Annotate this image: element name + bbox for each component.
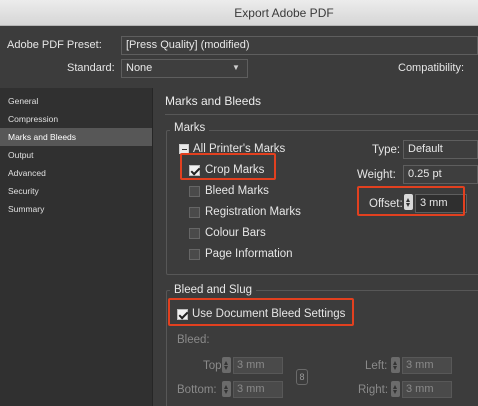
registration-marks-label: Registration Marks [205,206,301,218]
standard-label: Standard: [67,62,115,74]
sidebar-item-output[interactable]: Output [0,146,152,164]
export-dialog: Adobe PDF Preset: [Press Quality] (modif… [0,26,478,406]
right-input[interactable]: 3 mm [402,381,452,398]
weight-dropdown[interactable]: 0.25 pt [403,165,478,184]
chevron-down-icon: ▼ [232,63,240,72]
offset-highlight [357,186,465,216]
bottom-input[interactable]: 3 mm [233,381,283,398]
top-stepper[interactable] [222,357,231,373]
bleed-label: Bleed: [177,334,210,346]
right-label: Right: [358,384,389,396]
preset-label: Adobe PDF Preset: [7,39,102,51]
page-information-label: Page Information [205,248,293,260]
panel-title: Marks and Bleeds [165,94,262,108]
sidebar-item-summary[interactable]: Summary [0,200,152,218]
left-stepper[interactable] [391,357,400,373]
sidebar-item-security[interactable]: Security [0,182,152,200]
standard-value: None [126,62,153,74]
sidebar-item-compression[interactable]: Compression [0,110,152,128]
preset-dropdown[interactable]: [Press Quality] (modified) [121,36,478,55]
bleed-marks-checkbox[interactable] [189,186,200,197]
right-stepper[interactable] [391,381,400,397]
bleed-slug-legend: Bleed and Slug [170,284,257,296]
compatibility-label: Compatibility: [398,62,465,74]
window-title: Export Adobe PDF [234,6,334,20]
type-label: Type: [372,144,401,156]
standard-dropdown[interactable]: None [121,59,248,78]
sidebar-item-general[interactable]: General [0,92,152,110]
registration-marks-checkbox[interactable] [189,207,200,218]
weight-label: Weight: [357,169,396,181]
use-document-bleed-highlight [168,298,354,326]
colour-bars-label: Colour Bars [205,227,266,239]
type-dropdown[interactable]: Default [403,140,478,159]
crop-marks-highlight [180,153,276,180]
left-label: Left: [365,360,388,372]
top-input[interactable]: 3 mm [233,357,283,374]
link-icon[interactable]: 8 [296,369,308,385]
page-information-checkbox[interactable] [189,249,200,260]
bottom-label: Bottom: [177,384,217,396]
divider [165,114,478,115]
colour-bars-checkbox[interactable] [189,228,200,239]
bleed-marks-label: Bleed Marks [205,185,269,197]
left-input[interactable]: 3 mm [402,357,452,374]
marks-legend: Marks [170,122,210,134]
sidebar: General Compression Marks and Bleeds Out… [0,88,153,406]
sidebar-item-advanced[interactable]: Advanced [0,164,152,182]
bottom-stepper[interactable] [222,381,231,397]
sidebar-item-marks-and-bleeds[interactable]: Marks and Bleeds [0,128,152,146]
title-bar: Export Adobe PDF [0,0,478,26]
